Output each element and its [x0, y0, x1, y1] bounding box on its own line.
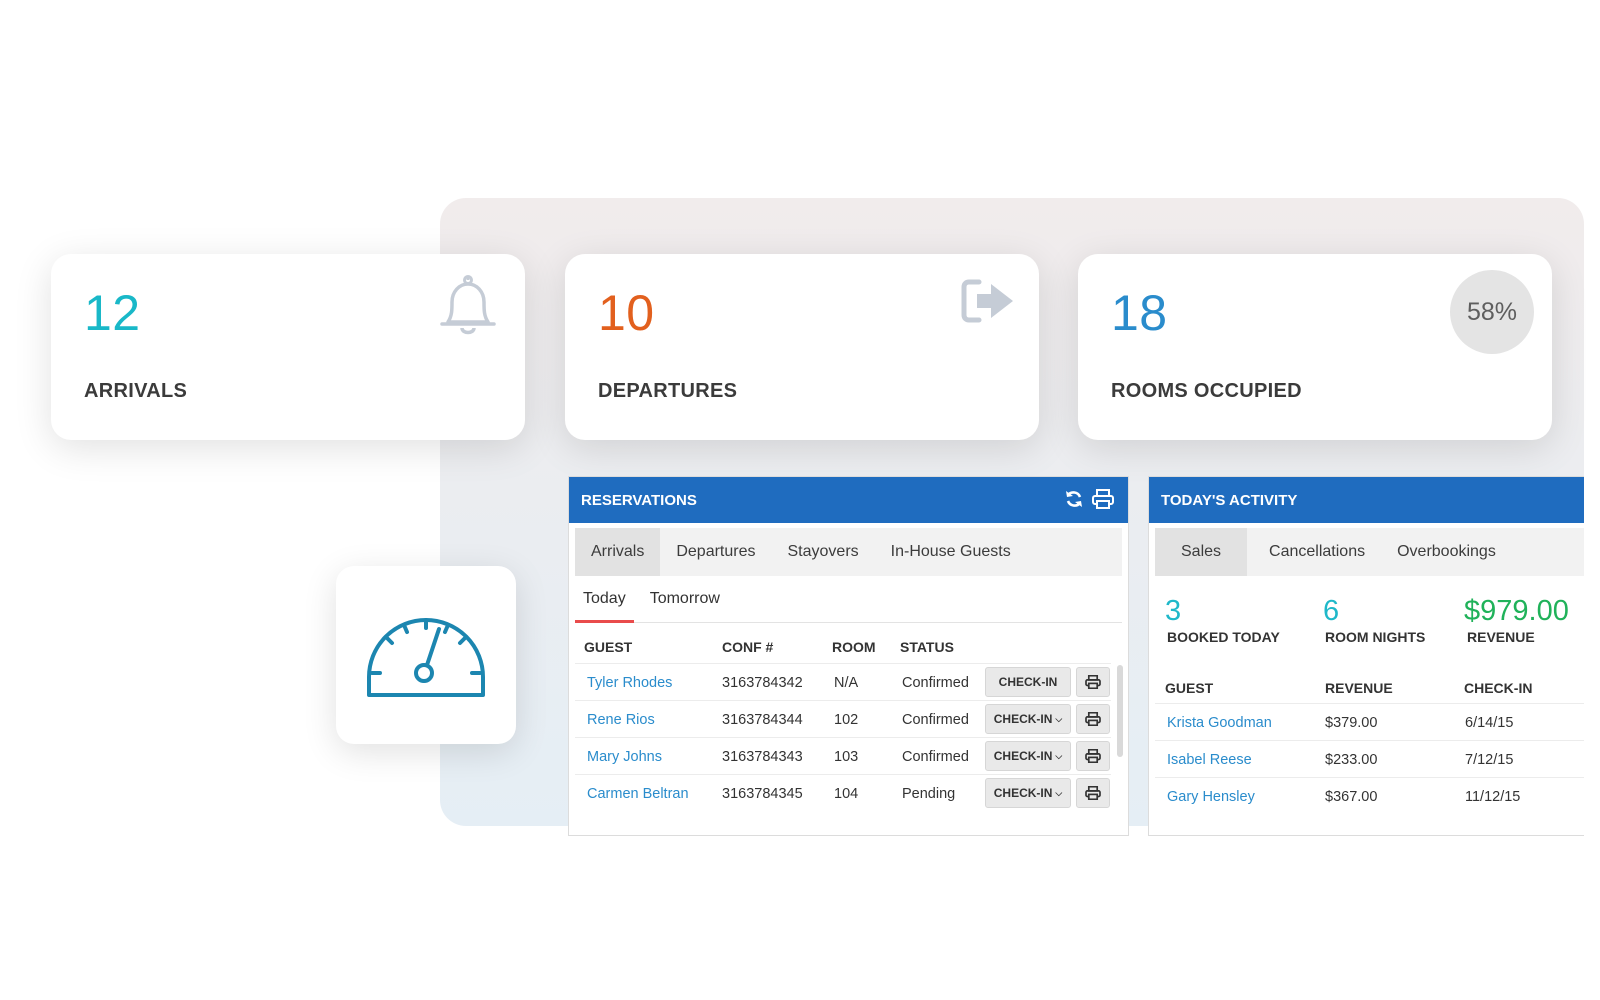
reservations-title: RESERVATIONS [581, 491, 697, 509]
print-icon [1085, 712, 1101, 726]
booked-today-count: 3 [1165, 595, 1182, 627]
todays-activity-panel: TODAY'S ACTIVITY Sales Cancellations Ove… [1148, 476, 1584, 836]
subtab-today[interactable]: Today [575, 576, 634, 623]
room-nights-label: ROOM NIGHTS [1325, 629, 1426, 645]
column-header-revenue: REVENUE [1325, 680, 1393, 696]
tab-overbookings[interactable]: Overbookings [1387, 528, 1506, 576]
column-header-guest: GUEST [584, 639, 633, 655]
print-icon [1085, 675, 1101, 689]
guest-link[interactable]: Krista Goodman [1167, 715, 1272, 731]
guest-link[interactable]: Carmen Beltran [587, 786, 689, 802]
activity-tabs: Sales Cancellations Overbookings [1155, 528, 1584, 576]
print-row-button[interactable] [1076, 704, 1110, 734]
column-header-check-in: CHECK-IN [1464, 680, 1533, 696]
room-nights-count: 6 [1323, 595, 1340, 627]
scrollbar[interactable] [1117, 665, 1123, 757]
check-in-label: CHECK-IN [998, 675, 1058, 689]
booked-today-label: BOOKED TODAY [1167, 629, 1280, 645]
tab-arrivals[interactable]: Arrivals [575, 528, 661, 576]
column-header-status: STATUS [900, 639, 954, 655]
guest-link[interactable]: Gary Hensley [1167, 789, 1255, 805]
column-header-guest: GUEST [1165, 680, 1214, 696]
activity-header: TODAY'S ACTIVITY [1149, 477, 1584, 523]
check-in-label: CHECK-IN [993, 786, 1053, 800]
revenue-value: $367.00 [1325, 789, 1378, 805]
column-header-conf: CONF # [722, 639, 774, 655]
row-divider [1155, 740, 1584, 741]
departures-card[interactable]: 10 DEPARTURES [565, 254, 1039, 440]
check-in-button[interactable]: CHECK-IN [985, 667, 1071, 697]
row-divider [575, 700, 1111, 701]
revenue-value: $233.00 [1325, 752, 1378, 768]
reservations-panel: RESERVATIONS Arrivals Departures Stayove… [568, 476, 1129, 836]
room-number: 104 [834, 786, 859, 802]
revenue-total: $979.00 [1464, 595, 1569, 627]
rooms-occupied-count: 18 [1111, 285, 1168, 341]
chevron-down-icon: ⌵ [1055, 750, 1063, 761]
conf-number: 3163784345 [722, 786, 803, 802]
revenue-value: $379.00 [1325, 715, 1378, 731]
check-in-date: 7/12/15 [1465, 752, 1514, 768]
check-in-dropdown-button[interactable]: CHECK-IN ⌵ [985, 741, 1071, 771]
arrivals-card[interactable]: 12 ARRIVALS [51, 254, 525, 440]
bell-icon [436, 274, 500, 345]
check-in-dropdown-button[interactable]: CHECK-IN ⌵ [985, 704, 1071, 734]
room-number: 102 [834, 712, 859, 728]
chevron-down-icon: ⌵ [1055, 713, 1063, 724]
occupancy-percent: 58% [1450, 270, 1534, 354]
row-divider [1155, 703, 1584, 704]
guest-link[interactable]: Tyler Rhodes [587, 675, 672, 691]
status-text: Confirmed [902, 749, 969, 765]
tab-stayovers[interactable]: Stayovers [772, 528, 875, 576]
status-text: Confirmed [902, 712, 969, 728]
check-in-label: CHECK-IN [993, 712, 1053, 726]
departures-label: DEPARTURES [598, 380, 738, 402]
guest-link[interactable]: Isabel Reese [1167, 752, 1252, 768]
tab-sales[interactable]: Sales [1155, 528, 1248, 576]
subtab-tomorrow[interactable]: Tomorrow [642, 576, 728, 622]
reservations-tabs: Arrivals Departures Stayovers In-House G… [575, 528, 1122, 576]
arrivals-label: ARRIVALS [84, 380, 188, 402]
reservations-day-tabs: Today Tomorrow [575, 576, 1122, 623]
speedometer-tile [336, 566, 516, 744]
sign-out-icon [961, 278, 1017, 329]
speedometer-icon [367, 618, 485, 697]
print-row-button[interactable] [1076, 667, 1110, 697]
check-in-label: CHECK-IN [993, 749, 1053, 763]
status-text: Confirmed [902, 675, 969, 691]
room-number: 103 [834, 749, 859, 765]
room-number: N/A [834, 675, 859, 691]
print-icon[interactable] [1092, 489, 1114, 513]
conf-number: 3163784344 [722, 712, 803, 728]
row-divider [575, 737, 1111, 738]
print-row-button[interactable] [1076, 741, 1110, 771]
tab-in-house-guests[interactable]: In-House Guests [875, 528, 1027, 576]
print-row-button[interactable] [1076, 778, 1110, 808]
check-in-date: 6/14/15 [1465, 715, 1514, 731]
arrivals-count: 12 [84, 285, 141, 341]
check-in-dropdown-button[interactable]: CHECK-IN ⌵ [985, 778, 1071, 808]
departures-count: 10 [598, 285, 655, 341]
row-divider [575, 663, 1111, 664]
reservations-header: RESERVATIONS [569, 477, 1128, 523]
tab-departures[interactable]: Departures [660, 528, 771, 576]
guest-link[interactable]: Mary Johns [587, 749, 662, 765]
row-divider [1155, 777, 1584, 778]
tab-cancellations[interactable]: Cancellations [1247, 528, 1387, 576]
check-in-date: 11/12/15 [1465, 789, 1521, 805]
conf-number: 3163784342 [722, 675, 803, 691]
status-text: Pending [902, 786, 956, 802]
print-icon [1085, 749, 1101, 763]
chevron-down-icon: ⌵ [1055, 787, 1063, 798]
activity-title: TODAY'S ACTIVITY [1161, 491, 1298, 509]
rooms-occupied-label: ROOMS OCCUPIED [1111, 380, 1302, 402]
refresh-icon[interactable] [1064, 489, 1084, 513]
rooms-occupied-card[interactable]: 18 ROOMS OCCUPIED 58% [1078, 254, 1552, 440]
guest-link[interactable]: Rene Rios [587, 712, 655, 728]
revenue-label: REVENUE [1467, 629, 1535, 645]
row-divider [575, 774, 1111, 775]
conf-number: 3163784343 [722, 749, 803, 765]
print-icon [1085, 786, 1101, 800]
column-header-room: ROOM [832, 639, 876, 655]
